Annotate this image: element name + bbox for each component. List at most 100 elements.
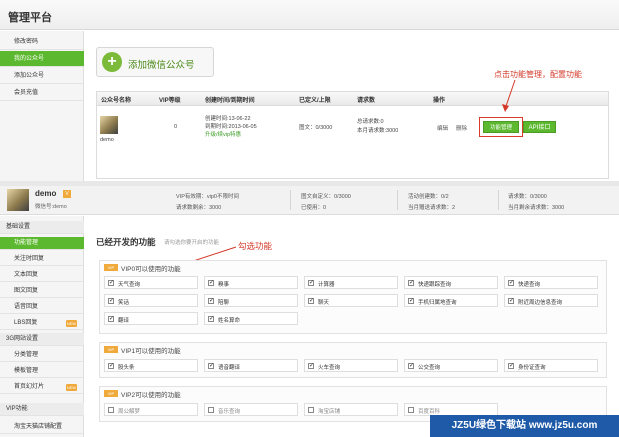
feature-label: 公交查询 <box>418 365 441 371</box>
sidebar-item-my-accounts[interactable]: 我的公众号 <box>0 51 84 67</box>
panel-title: VIP2可以使用的功能 <box>121 392 181 399</box>
checkbox[interactable]: ✓ <box>508 363 514 369</box>
add-account-label: 添加微信公众号 <box>128 60 195 71</box>
checkbox[interactable]: ✓ <box>508 298 514 304</box>
annotation-function-manage: 点击功能管理，配置功能 <box>494 70 582 79</box>
top-bar: 管理平台 <box>0 0 619 30</box>
edit-link[interactable]: 编辑 <box>437 124 448 132</box>
feature-item[interactable]: ✓ 手机归属地查询 <box>404 294 498 307</box>
feature-item[interactable]: ✓ 糗事 <box>204 276 298 289</box>
feature-item[interactable]: ✓ 公交查询 <box>404 359 498 372</box>
checkbox[interactable]: ✓ <box>208 316 214 322</box>
app-title: 管理平台 <box>8 12 52 24</box>
feature-label: 周公解梦 <box>118 409 141 415</box>
add-account-button[interactable]: + 添加微信公众号 <box>96 47 214 77</box>
api-button[interactable]: API接口 <box>523 121 556 133</box>
feature-item[interactable]: ✓ 陪聊 <box>204 294 298 307</box>
sidebar-item-voice-reply[interactable]: 语音回复 <box>0 301 84 314</box>
feature-item[interactable]: 周公解梦 <box>104 403 198 416</box>
feature-item[interactable]: ✓ 股头条 <box>104 359 198 372</box>
row-expires: 到期时间:2013-06-05 <box>205 124 257 130</box>
sidebar-group-3g-site: 3G网站设置 <box>0 333 84 346</box>
plus-icon: + <box>102 52 122 72</box>
row-renew-link[interactable]: 升级/续vip特惠 <box>205 130 241 138</box>
sidebar-item-function-manage[interactable]: 功能管理 <box>0 237 84 250</box>
checkbox[interactable]: ✓ <box>308 298 314 304</box>
sidebar-item-follow-reply[interactable]: 关注时回复 <box>0 253 84 266</box>
sidebar-item-text-reply[interactable]: 文本回复 <box>0 269 84 282</box>
feature-item[interactable]: ✓ 笑话 <box>104 294 198 307</box>
feature-label: 笑话 <box>118 300 130 306</box>
sidebar-item-template[interactable]: 模板管理 <box>0 365 84 378</box>
sidebar-item-news-reply[interactable]: 图文回复 <box>0 285 84 298</box>
checkbox[interactable]: ✓ <box>408 280 414 286</box>
feature-label: 语音翻译 <box>218 365 241 371</box>
checkbox[interactable]: ✓ <box>208 363 214 369</box>
row-account-name: demo <box>100 137 114 143</box>
panel-title: VIP0可以使用的功能 <box>121 266 181 273</box>
checkbox[interactable]: ✓ <box>108 298 114 304</box>
vip-badge: VIP <box>104 390 118 397</box>
stat-requests: 请求数：0/3000 <box>508 194 547 200</box>
checkbox[interactable]: ✓ <box>408 363 414 369</box>
checkbox[interactable]: ✓ <box>408 298 414 304</box>
feature-item[interactable]: ✓ 身份证查询 <box>504 359 598 372</box>
checkbox[interactable]: ✓ <box>208 280 214 286</box>
stat-monthly-left: 当月剩余请求数：3000 <box>508 205 565 211</box>
feature-item[interactable]: ✓ 姓名算命 <box>204 312 298 325</box>
feature-label: 计算器 <box>318 282 335 288</box>
account-wechat-id: 微信号:demo <box>35 204 67 210</box>
feature-item[interactable]: ✓ 天气查询 <box>104 276 198 289</box>
col-actions: 操作 <box>433 98 446 104</box>
function-manage-button[interactable]: 功能管理 <box>483 121 519 133</box>
col-vip: VIP等级 <box>159 98 181 104</box>
sidebar-group-vip: VIP功能 <box>0 403 84 416</box>
feature-label: 附近周边信息查询 <box>518 300 563 306</box>
sidebar-item-recharge[interactable]: 会员充值 <box>0 85 84 101</box>
stat-separator <box>498 190 499 210</box>
delete-link[interactable]: 删除 <box>456 124 467 132</box>
feature-label: 聊天 <box>318 300 330 306</box>
checkbox[interactable]: ✓ <box>508 280 514 286</box>
annotation-check-features: 勾选功能 <box>238 241 273 251</box>
checkbox[interactable]: ✓ <box>108 280 114 286</box>
feature-item[interactable]: ✓ 翻译 <box>104 312 198 325</box>
feature-item[interactable]: ✓ 附近周边信息查询 <box>504 294 598 307</box>
feature-item[interactable]: ✓ 快递跟踪查询 <box>404 276 498 289</box>
feature-label: 手机归属地查询 <box>418 300 457 306</box>
sidebar-settings: 基础设置 功能管理 关注时回复 文本回复 图文回复 语音回复 LBS回复 NEW… <box>0 216 84 437</box>
feature-label: 天气查询 <box>118 282 141 288</box>
sidebar-item-change-password[interactable]: 修改密码 <box>0 34 84 50</box>
checkbox[interactable]: ✓ <box>208 298 214 304</box>
checkbox[interactable]: ✓ <box>308 363 314 369</box>
checkbox[interactable] <box>308 407 314 413</box>
checkbox[interactable]: ✓ <box>108 316 114 322</box>
checkbox[interactable] <box>208 407 214 413</box>
feature-label: 百度百科 <box>418 409 441 415</box>
account-list-panel: + 添加微信公众号 公众号名称 VIP等级 创建时间/到期时间 已定义/上限 请… <box>86 31 619 181</box>
sidebar-item-slideshow[interactable]: 首页幻灯片 NEW <box>0 381 84 394</box>
checkbox[interactable] <box>408 407 414 413</box>
watermark-banner: JZ5U绿色下载站 www.jz5u.com <box>430 415 619 437</box>
feature-item[interactable]: ✓ 计算器 <box>304 276 398 289</box>
feature-label: 翻译 <box>118 318 130 324</box>
checkbox[interactable]: ✓ <box>108 363 114 369</box>
feature-label: 音乐查询 <box>218 409 241 415</box>
feature-item[interactable]: ✓ 快递查询 <box>504 276 598 289</box>
sidebar-item-lbs-reply[interactable]: LBS回复 NEW <box>0 317 84 330</box>
checkbox[interactable] <box>108 407 114 413</box>
sidebar-item-category[interactable]: 分类管理 <box>0 349 84 362</box>
feature-item[interactable]: 淘宝店铺 <box>304 403 398 416</box>
features-panel: 已经开发的功能 请勾选你要开启的功能 勾选功能 VIP VIP0可以使用的功能 … <box>86 216 619 437</box>
feature-panel-vip0: VIP VIP0可以使用的功能 ✓ 天气查询 ✓ 糗事 ✓ 计算器 ✓ 快递跟踪查询 ✓… <box>99 260 607 334</box>
row-defined: 图文：0/3000 <box>299 125 333 131</box>
checkbox[interactable]: ✓ <box>308 280 314 286</box>
sidebar-item-taobao[interactable]: 淘宝天猫店铺配置 <box>0 421 84 434</box>
feature-item[interactable]: 音乐查询 <box>204 403 298 416</box>
row-requests-total: 总请求数:0 <box>357 119 384 125</box>
feature-item[interactable]: ✓ 火车查询 <box>304 359 398 372</box>
stat-used: 已使用：0 <box>301 205 327 211</box>
feature-item[interactable]: ✓ 语音翻译 <box>204 359 298 372</box>
feature-item[interactable]: ✓ 聊天 <box>304 294 398 307</box>
sidebar-item-add-account[interactable]: 添加公众号 <box>0 68 84 84</box>
